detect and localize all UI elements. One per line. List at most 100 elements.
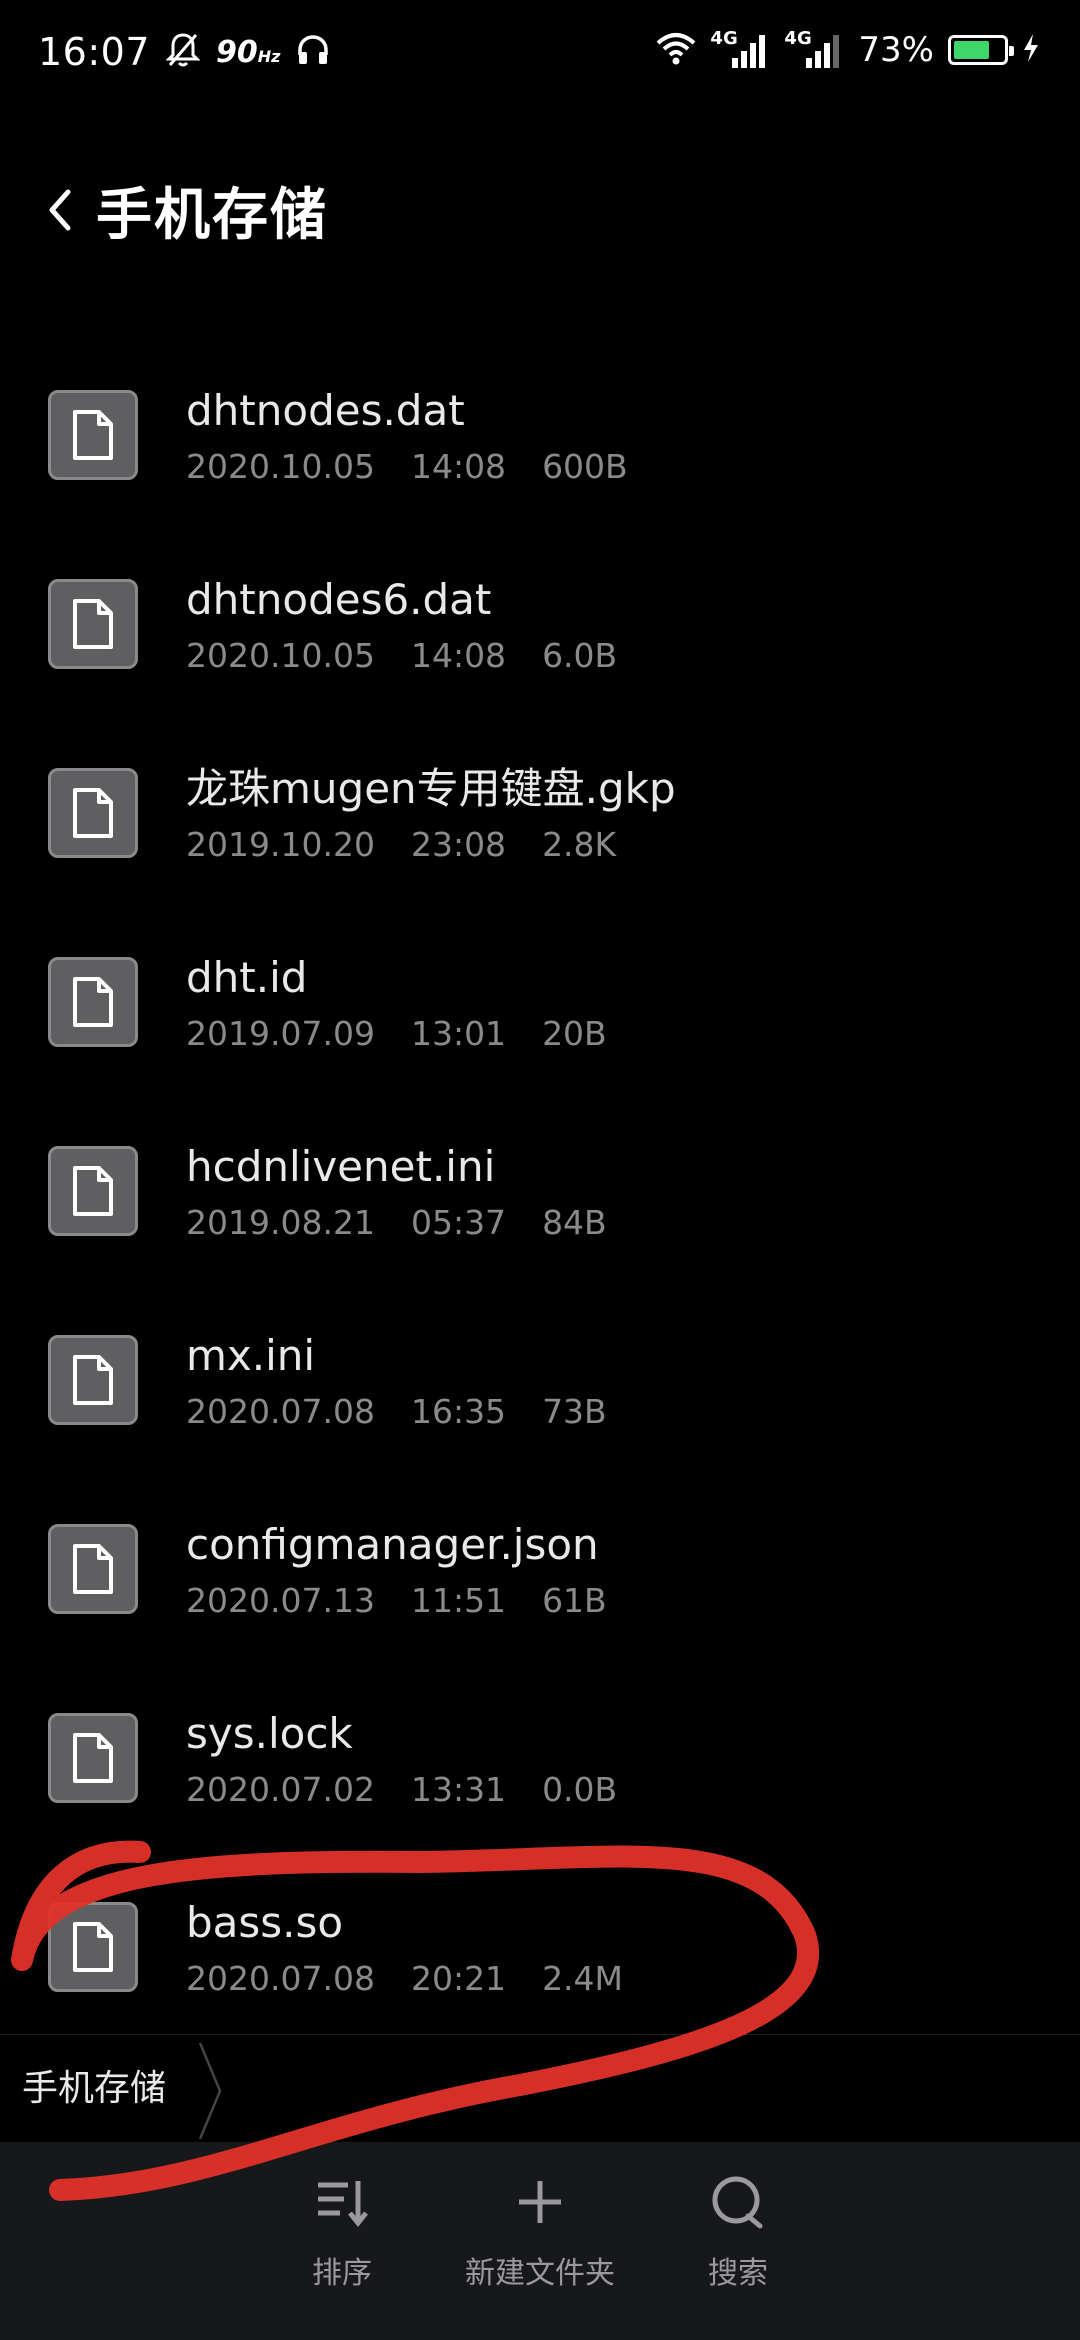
file-size: 20B (542, 1014, 607, 1053)
file-meta: 2019.08.21 05:37 84B (186, 1201, 643, 1245)
file-icon (48, 768, 138, 858)
file-row[interactable]: bass.so 2020.07.08 20:21 2.4M (0, 1852, 1080, 2041)
file-size: 6.0B (542, 636, 618, 675)
search-label: 搜索 (708, 2256, 768, 2291)
file-size: 600B (542, 447, 628, 486)
file-name: dht.id (186, 953, 308, 1002)
file-meta: 2020.07.08 16:35 73B (186, 1390, 643, 1434)
new-folder-label: 新建文件夹 (465, 2256, 615, 2291)
sort-label: 排序 (312, 2256, 372, 2291)
file-text: dhtnodes.dat 2020.10.05 14:08 600B (186, 385, 664, 489)
file-time: 11:51 (410, 1581, 507, 1620)
plus-icon (508, 2170, 572, 2234)
wifi-icon (656, 31, 696, 69)
file-date: 2020.07.02 (186, 1770, 375, 1809)
file-text: dhtnodes6.dat 2020.10.05 14:08 6.0B (186, 574, 653, 678)
breadcrumb-item-current[interactable]: 手机存储 (22, 2035, 166, 2143)
file-row[interactable]: configmanager.json 2020.07.13 11:51 61B (0, 1474, 1080, 1663)
screen: 16:07 90Hz 4G 4G 73% 手机存储 dhtnodes.dat 2… (0, 0, 1080, 2340)
file-name: hcdnlivenet.ini (186, 1142, 496, 1191)
signal-icon-1: 4G (710, 28, 770, 70)
file-row[interactable]: dhtnodes6.dat 2020.10.05 14:08 6.0B (0, 529, 1080, 718)
file-time: 14:08 (410, 447, 507, 486)
sort-button[interactable]: 排序 (242, 2170, 442, 2320)
file-date: 2019.10.20 (186, 825, 375, 864)
file-name: configmanager.json (186, 1520, 599, 1569)
new-folder-button[interactable]: 新建文件夹 (440, 2170, 640, 2320)
file-icon (48, 957, 138, 1047)
file-row[interactable]: 龙珠mugen专用键盘.gkp 2019.10.20 23:08 2.8K (0, 718, 1080, 907)
file-row[interactable]: dhtnodes.dat 2020.10.05 14:08 600B (0, 340, 1080, 529)
file-meta: 2019.10.20 23:08 2.8K (186, 823, 676, 867)
file-meta: 2020.07.13 11:51 61B (186, 1579, 643, 1623)
file-size: 61B (542, 1581, 607, 1620)
file-time: 23:08 (410, 825, 507, 864)
file-text: 龙珠mugen专用键盘.gkp 2019.10.20 23:08 2.8K (186, 763, 676, 867)
breadcrumb-separator-icon (198, 2042, 222, 2140)
file-text: hcdnlivenet.ini 2019.08.21 05:37 84B (186, 1141, 643, 1245)
headphones-icon (296, 33, 330, 71)
file-date: 2020.07.13 (186, 1581, 375, 1620)
file-row[interactable]: dht.id 2019.07.09 13:01 20B (0, 907, 1080, 1096)
file-time: 16:35 (410, 1392, 507, 1431)
file-time: 14:08 (410, 636, 507, 675)
file-date: 2019.07.09 (186, 1014, 375, 1053)
file-name: dhtnodes6.dat (186, 575, 492, 624)
charging-icon (1022, 33, 1040, 67)
file-icon (48, 1524, 138, 1614)
file-time: 13:01 (410, 1014, 507, 1053)
file-date: 2019.08.21 (186, 1203, 375, 1242)
bell-off-icon (165, 31, 201, 73)
battery-level (954, 41, 990, 59)
search-button[interactable]: 搜索 (638, 2170, 838, 2320)
file-meta: 2020.07.02 13:31 0.0B (186, 1768, 653, 1812)
file-time: 05:37 (410, 1203, 507, 1242)
file-size: 73B (542, 1392, 607, 1431)
status-right: 4G 4G 73% (656, 28, 1040, 70)
file-size: 2.4M (542, 1959, 624, 1998)
page-title: 手机存储 (96, 182, 328, 248)
status-left: 16:07 90Hz (38, 30, 330, 74)
file-name: sys.lock (186, 1709, 353, 1758)
file-row[interactable]: hcdnlivenet.ini 2019.08.21 05:37 84B (0, 1096, 1080, 1285)
file-size: 0.0B (542, 1770, 618, 1809)
file-icon (48, 1713, 138, 1803)
status-time: 16:07 (38, 30, 151, 74)
battery-percent: 73% (858, 30, 934, 70)
signal-icon-2: 4G (784, 28, 844, 70)
file-size: 84B (542, 1203, 607, 1242)
refresh-rate-value: 90 (216, 34, 258, 70)
file-text: bass.so 2020.07.08 20:21 2.4M (186, 1897, 659, 2001)
file-size: 2.8K (542, 825, 617, 864)
file-name: dhtnodes.dat (186, 386, 465, 435)
refresh-rate: 90Hz (216, 35, 280, 70)
chevron-left-icon (49, 189, 71, 231)
file-row[interactable]: sys.lock 2020.07.02 13:31 0.0B (0, 1663, 1080, 1852)
file-icon (48, 1335, 138, 1425)
breadcrumb: 手机存储 (0, 2034, 1080, 2142)
file-name: 龙珠mugen专用键盘.gkp (186, 764, 676, 813)
search-icon (706, 2170, 770, 2234)
title-bar: 手机存储 (0, 150, 1080, 270)
file-icon (48, 579, 138, 669)
file-date: 2020.07.08 (186, 1392, 375, 1431)
file-icon (48, 390, 138, 480)
sort-icon (310, 2170, 374, 2234)
file-name: bass.so (186, 1898, 344, 1947)
file-meta: 2020.10.05 14:08 600B (186, 445, 664, 489)
file-text: mx.ini 2020.07.08 16:35 73B (186, 1330, 643, 1434)
file-text: dht.id 2019.07.09 13:01 20B (186, 952, 643, 1056)
file-text: sys.lock 2020.07.02 13:31 0.0B (186, 1708, 653, 1812)
battery-icon (948, 35, 1014, 65)
file-date: 2020.10.05 (186, 636, 375, 675)
file-meta: 2020.07.08 20:21 2.4M (186, 1957, 659, 2001)
file-date: 2020.07.08 (186, 1959, 375, 1998)
file-name: mx.ini (186, 1331, 316, 1380)
file-icon (48, 1146, 138, 1236)
file-date: 2020.10.05 (186, 447, 375, 486)
file-icon (48, 1902, 138, 1992)
file-meta: 2020.10.05 14:08 6.0B (186, 634, 653, 678)
bottom-toolbar: 排序 新建文件夹 搜索 (0, 2142, 1080, 2340)
file-row[interactable]: mx.ini 2020.07.08 16:35 73B (0, 1285, 1080, 1474)
file-text: configmanager.json 2020.07.13 11:51 61B (186, 1519, 643, 1623)
